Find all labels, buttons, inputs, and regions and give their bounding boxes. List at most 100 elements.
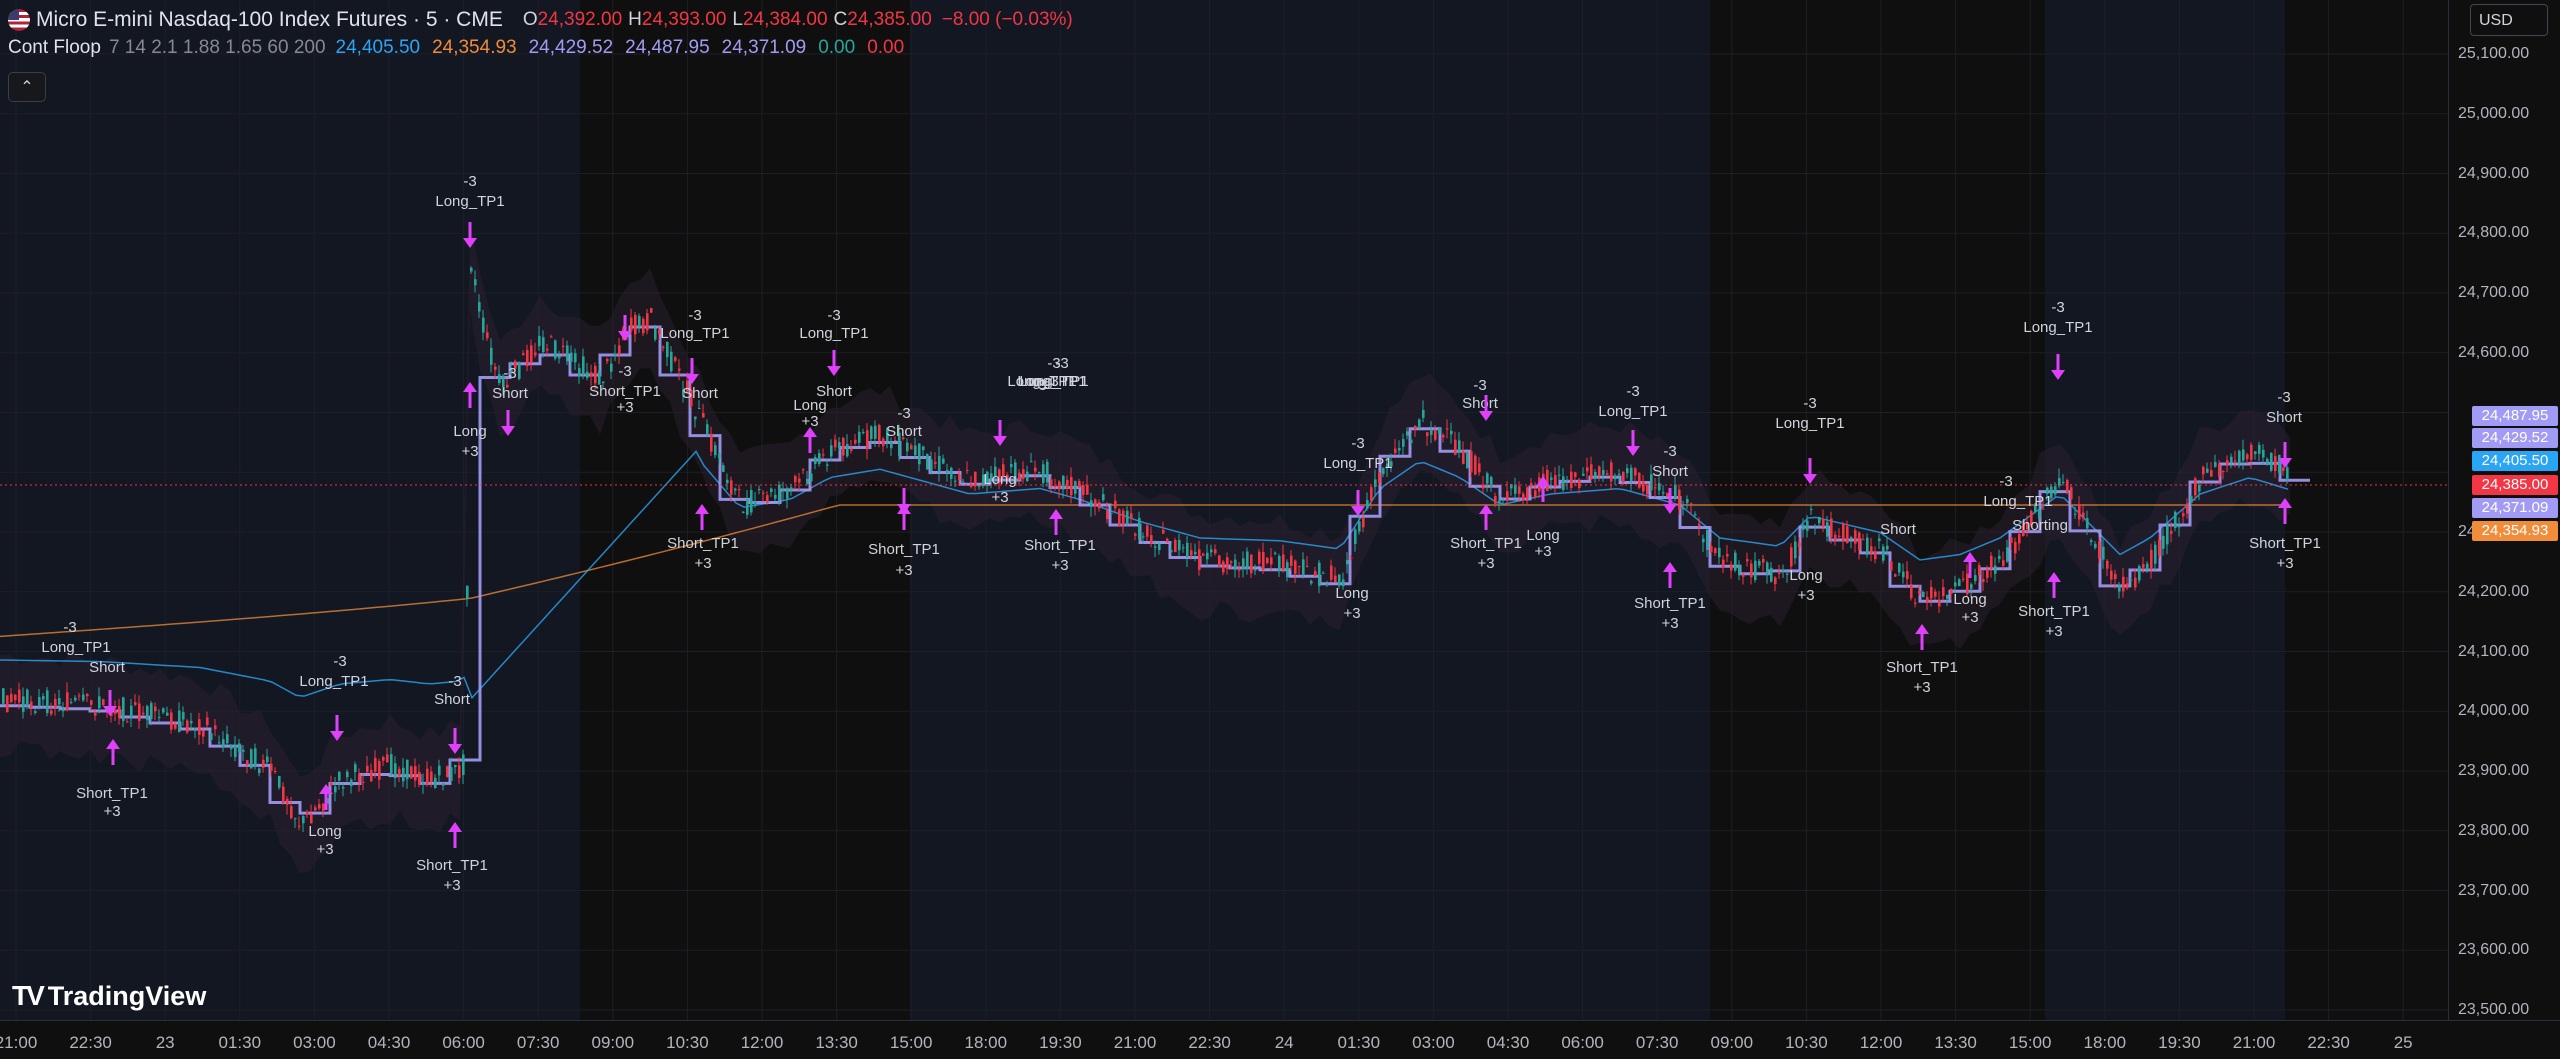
signal-label-long_tp1: Long_TP1 [2023,319,2092,336]
candle-body [2066,479,2069,493]
candle-body [382,757,385,761]
candle-body [1498,500,1501,503]
candle-body [1194,551,1197,555]
candle-body [262,759,265,768]
candle-body [826,464,829,466]
candle-body [1690,503,1693,505]
candle-body [2250,444,2253,460]
candle-body [1946,595,1949,599]
candle-body [46,690,49,714]
candle-body [1458,440,1461,453]
candle-body [730,480,733,495]
candle-body [522,353,525,356]
candle-body [1314,571,1317,576]
candle-body [2110,570,2113,580]
indicator-name[interactable]: Cont Floop [8,37,101,59]
candle-body [1614,475,1617,480]
price-chart[interactable]: -3 Long_TP1 Short Short_TP1 +3 -3 Long_TP1 Long… [0,0,2448,1020]
candle-body [294,818,297,820]
candle-body [1958,579,1961,586]
candle-body [930,459,933,471]
candle-body [242,749,245,752]
candle-body [246,760,249,765]
candle-body [1138,517,1141,539]
candle-body [2018,534,2021,544]
candle-body [422,782,425,785]
candle-body [1010,464,1013,468]
signal-label-long_tp1: Long_TP1 [1598,403,1667,420]
candle-body [1730,564,1733,571]
candle-body [454,764,457,768]
candle-body [1290,555,1293,566]
signal-label-long_tp1: Long_TP1 [1323,455,1392,472]
high-value: 24,393.00 [641,9,727,30]
signal-label-minus3: -3 [1803,395,1816,412]
candle-body [126,721,129,723]
currency-button[interactable]: USD [2470,4,2548,36]
signal-label-plus3: +3 [1913,679,1930,696]
candle-body [882,438,885,447]
candle-body [1786,573,1789,575]
chart-area[interactable]: -3 Long_TP1 Short Short_TP1 +3 -3 Long_TP1 Long… [0,0,2448,1020]
candle-body [562,345,565,348]
symbol-row: Micro E-mini Nasdaq-100 Index Futures · … [8,6,1073,34]
candle-body [1522,493,1525,501]
candle-body [1218,555,1221,567]
low-value: 24,384.00 [742,9,828,30]
signal-label-short_tp1: Short_TP1 [868,541,940,558]
candle-body [1306,565,1309,567]
time-axis[interactable]: 21:00 22:30 23 01:30 03:00 04:30 06:00 07:30 09:… [0,1020,2560,1059]
candle-body [2162,535,2165,549]
signal-label-plus3: +3 [1477,555,1494,572]
candle-body [1790,547,1793,567]
collapse-legend-button[interactable]: ⌃ [8,72,46,102]
candle-body [1142,536,1145,538]
candle-body [578,368,581,377]
candle-body [1974,575,1977,582]
signal-arrow-head [827,366,841,376]
candle-body [1234,559,1237,570]
candle-body [942,458,945,464]
signal-label-long: Long [1526,527,1559,544]
candle-body [2158,539,2161,556]
candle-body [1738,564,1741,576]
candle-body [298,825,301,827]
symbol-name[interactable]: Micro E-mini Nasdaq-100 Index Futures · … [36,8,503,32]
candle-body [798,478,801,483]
candle-body [1830,518,1833,538]
candle-body [14,694,17,701]
candle-body [1590,464,1593,480]
signal-label-short: Short [492,385,529,402]
price-axis-label: 25,100.00 [2458,45,2530,62]
candle-body [1630,467,1633,482]
candle-body [1890,561,1893,571]
price-axis-label: 24,800.00 [2458,224,2530,242]
candle-body [2078,504,2081,520]
candle-body [58,697,61,705]
signal-label-long_tp1: Long_TP1 [660,325,729,342]
signal-label-short: Short [886,423,923,440]
candle-body [654,328,657,340]
signal-label-shorting: Shorting [2012,517,2068,534]
candle-body [1982,579,1985,583]
candle-body [850,448,853,451]
candle-body [318,804,321,809]
signal-label-minus3: -3 [63,619,76,636]
indicator-row[interactable]: Cont Floop 7 14 2.1 1.88 1.65 60 200 24,… [8,34,1073,62]
candle-body [1198,549,1201,571]
time-axis-label: 03:00 [293,1033,336,1052]
candle-body [498,374,501,384]
time-axis-label: 19:30 [1039,1033,1082,1052]
candle-body [1270,557,1273,565]
price-axis-label: 24,700.00 [2458,284,2530,301]
indicator-value: 24,487.95 [625,37,710,58]
candle-body [1134,533,1137,536]
candle-body [746,499,749,515]
candle-body [1162,529,1165,534]
candle-body [770,488,773,492]
candle-body [586,371,589,378]
time-axis-label: 12:00 [1859,1033,1903,1052]
candle-body [1122,510,1125,525]
candle-body [1606,473,1609,475]
tradingview-brand[interactable]: TV TradingView [12,980,206,1012]
